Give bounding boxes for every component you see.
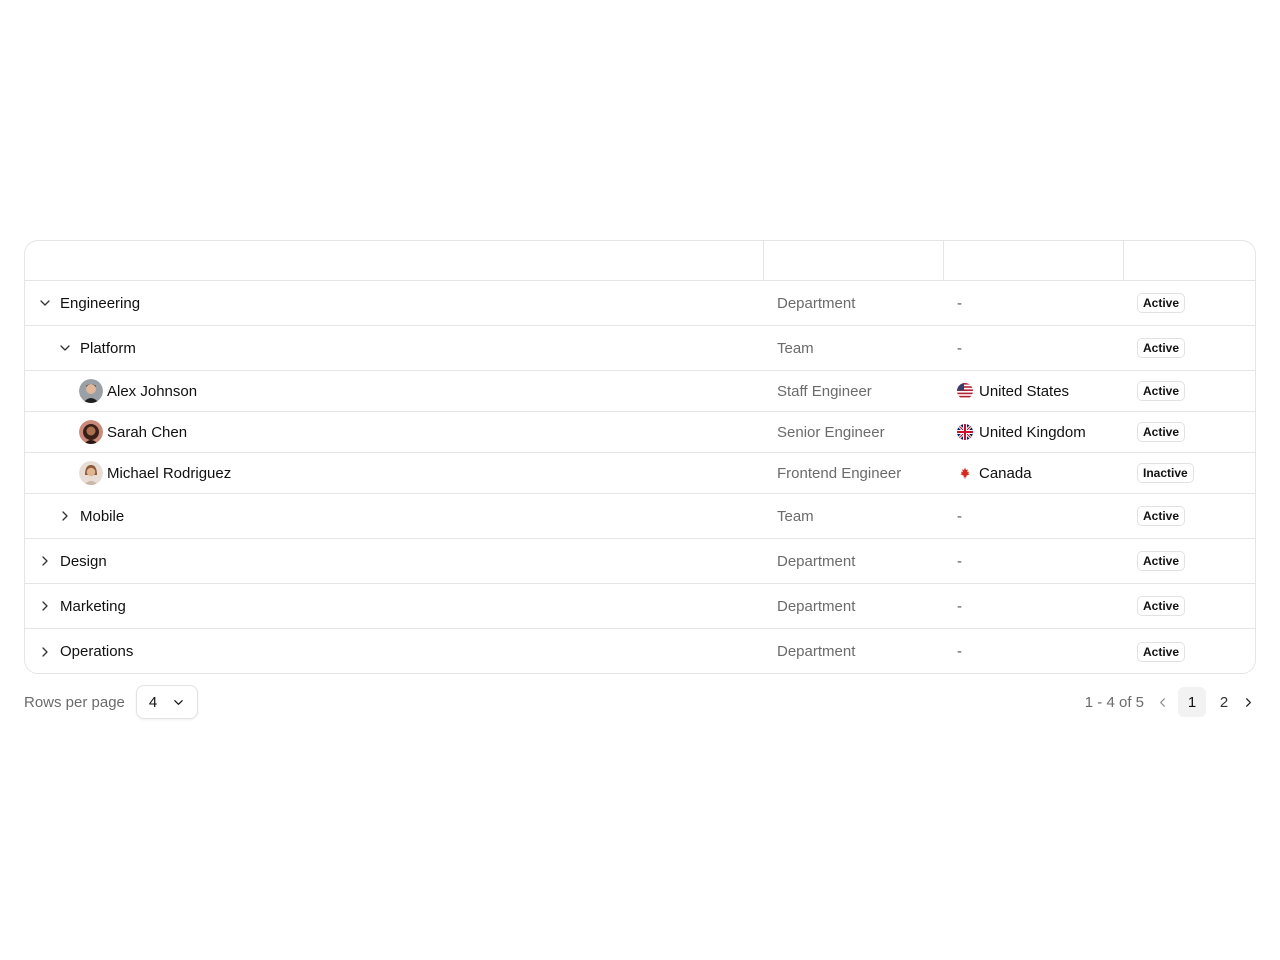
table-footer: Rows per page 4 1 - 4 of 5 1 2	[24, 684, 1256, 720]
status-badge: Active	[1137, 551, 1186, 571]
row-type: Team	[777, 507, 814, 525]
chevron-down-icon	[173, 697, 184, 708]
page-button-1[interactable]: 1	[1178, 687, 1206, 717]
row-name: Sarah Chen	[107, 423, 188, 441]
name-cell: Engineering	[25, 281, 763, 325]
location-cell: United States	[943, 371, 1123, 411]
chevron-right-icon[interactable]	[1240, 688, 1256, 716]
name-cell: Design	[25, 539, 763, 583]
avatar	[79, 379, 103, 403]
status-badge: Active	[1137, 506, 1186, 526]
status-cell: Active	[1123, 584, 1255, 628]
name-cell: Alex Johnson	[25, 371, 763, 411]
chevron-right-icon[interactable]	[58, 509, 72, 523]
row-type: Staff Engineer	[777, 382, 872, 400]
rows-per-page-label: Rows per page	[24, 693, 125, 711]
status-badge: Active	[1137, 338, 1186, 358]
status-cell: Active	[1123, 371, 1255, 411]
table-row-marketing[interactable]: Marketing Department - Active	[25, 584, 1255, 629]
status-cell: Active	[1123, 281, 1255, 325]
row-name: Alex Johnson	[107, 382, 198, 400]
chevron-right-icon[interactable]	[38, 554, 52, 568]
row-location: -	[957, 294, 962, 312]
rows-per-page: Rows per page 4	[24, 685, 198, 719]
table-row-engineering[interactable]: Engineering Department - Active	[25, 281, 1255, 326]
status-cell: Inactive	[1123, 453, 1255, 493]
table-row-sarah-chen[interactable]: Sarah Chen Senior Engineer United Kingdo…	[25, 412, 1255, 453]
row-location: -	[957, 643, 962, 660]
name-cell: Mobile	[25, 494, 763, 538]
row-name: Platform	[80, 339, 136, 357]
chevron-left-icon[interactable]	[1154, 688, 1170, 716]
status-cell: Active	[1123, 539, 1255, 583]
table-row-mobile[interactable]: Mobile Team - Active	[25, 494, 1255, 539]
rows-per-page-select[interactable]: 4	[135, 685, 198, 719]
row-name: Michael Rodriguez	[107, 464, 232, 482]
table-header-row	[25, 241, 1255, 281]
status-cell: Active	[1123, 326, 1255, 370]
name-cell: Operations	[25, 629, 763, 673]
page-button-2[interactable]: 2	[1210, 687, 1238, 717]
row-type: Department	[777, 597, 856, 615]
avatar	[79, 461, 103, 485]
chevron-right-icon[interactable]	[38, 599, 52, 613]
row-name: Mobile	[80, 507, 125, 525]
row-name: Design	[60, 552, 107, 570]
status-cell: Active	[1123, 629, 1255, 673]
row-type: Team	[777, 339, 814, 357]
table-row-alex-johnson[interactable]: Alex Johnson Staff Engineer United State…	[25, 371, 1255, 412]
pagination: 1 - 4 of 5 1 2	[1085, 687, 1256, 717]
rows-per-page-value: 4	[148, 693, 158, 711]
row-type: Senior Engineer	[777, 423, 885, 441]
row-name: Operations	[60, 643, 134, 660]
row-location: -	[957, 597, 962, 615]
row-name: Engineering	[60, 294, 141, 312]
name-cell: Platform	[25, 326, 763, 370]
row-location: United Kingdom	[979, 423, 1086, 441]
us-flag-icon	[957, 383, 973, 399]
status-badge: Active	[1137, 422, 1186, 442]
status-badge: Active	[1137, 293, 1186, 313]
row-location: -	[957, 339, 962, 357]
chevron-down-icon[interactable]	[38, 296, 52, 310]
org-table: Engineering Department - Active Platform…	[24, 240, 1256, 674]
chevron-down-icon[interactable]	[58, 341, 72, 355]
row-location: -	[957, 507, 962, 525]
row-name: Marketing	[60, 597, 126, 615]
name-cell: Michael Rodriguez	[25, 453, 763, 493]
avatar	[79, 420, 103, 444]
row-type: Department	[777, 552, 856, 570]
page-range-text: 1 - 4 of 5	[1084, 693, 1144, 711]
status-cell: Active	[1123, 494, 1255, 538]
status-badge: Active	[1137, 596, 1186, 616]
header-cell-status	[1123, 241, 1255, 280]
table-row-platform[interactable]: Platform Team - Active	[25, 326, 1255, 371]
status-badge: Inactive	[1137, 463, 1194, 483]
status-badge: Active	[1137, 641, 1186, 662]
location-cell: Canada	[943, 453, 1123, 493]
header-cell-type	[763, 241, 943, 280]
row-type: Department	[777, 294, 856, 312]
header-cell-name	[25, 241, 763, 280]
header-cell-location	[943, 241, 1123, 280]
row-type: Department	[777, 643, 856, 660]
row-location: Canada	[979, 464, 1032, 482]
status-cell: Active	[1123, 412, 1255, 452]
chevron-right-icon[interactable]	[38, 645, 52, 659]
table-row-operations[interactable]: Operations Department - Active	[25, 629, 1255, 673]
row-location: United States	[979, 382, 1070, 400]
uk-flag-icon	[957, 424, 973, 440]
row-type: Frontend Engineer	[777, 464, 902, 482]
name-cell: Sarah Chen	[25, 412, 763, 452]
row-location: -	[957, 552, 962, 570]
table-row-design[interactable]: Design Department - Active	[25, 539, 1255, 584]
table-row-michael-rodriguez[interactable]: Michael Rodriguez Frontend Engineer Cana…	[25, 453, 1255, 494]
name-cell: Marketing	[25, 584, 763, 628]
canada-flag-icon	[957, 465, 973, 481]
location-cell: United Kingdom	[943, 412, 1123, 452]
status-badge: Active	[1137, 381, 1186, 401]
